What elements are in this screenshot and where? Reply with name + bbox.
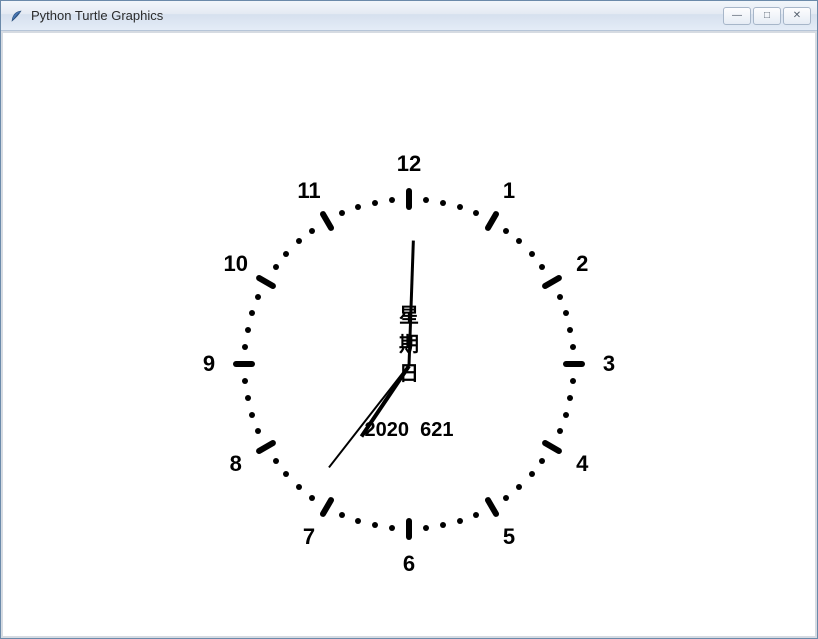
minute-dot bbox=[503, 495, 509, 501]
minute-dot bbox=[567, 395, 573, 401]
minute-dot bbox=[440, 200, 446, 206]
turtle-feather-icon bbox=[9, 8, 25, 24]
minute-dot bbox=[296, 238, 302, 244]
minute-dot bbox=[242, 378, 248, 384]
minute-dot bbox=[563, 412, 569, 418]
maximize-button[interactable]: □ bbox=[753, 7, 781, 25]
date-label: 2020 621 bbox=[365, 419, 454, 442]
clock-numeral: 9 bbox=[203, 351, 215, 377]
minute-dot bbox=[255, 428, 261, 434]
clock-numeral: 4 bbox=[576, 451, 588, 477]
close-icon: ✕ bbox=[793, 10, 801, 21]
minute-dot bbox=[245, 327, 251, 333]
hour-tick bbox=[255, 438, 277, 454]
minute-dot bbox=[529, 251, 535, 257]
minute-dot bbox=[283, 251, 289, 257]
window-title: Python Turtle Graphics bbox=[31, 8, 723, 23]
minute-dot bbox=[255, 294, 261, 300]
clock-numeral: 6 bbox=[403, 551, 415, 577]
hour-tick bbox=[483, 210, 499, 232]
clock-numeral: 3 bbox=[603, 351, 615, 377]
minute-dot bbox=[457, 518, 463, 524]
minute-dot bbox=[273, 458, 279, 464]
minute-dot bbox=[355, 204, 361, 210]
hour-tick bbox=[541, 438, 563, 454]
minute-dot bbox=[423, 525, 429, 531]
minute-dot bbox=[473, 210, 479, 216]
turtle-canvas: 星期日 2020 621 121234567891011 bbox=[9, 39, 809, 630]
second-hand bbox=[328, 364, 410, 468]
minute-dot bbox=[516, 238, 522, 244]
clock-numeral: 2 bbox=[576, 251, 588, 277]
minute-dot bbox=[516, 484, 522, 490]
minute-dot bbox=[309, 228, 315, 234]
minute-dot bbox=[389, 525, 395, 531]
hour-tick bbox=[541, 273, 563, 289]
clock-numeral: 11 bbox=[297, 178, 320, 204]
minute-dot bbox=[245, 395, 251, 401]
minimize-icon: — bbox=[732, 10, 742, 21]
hour-tick bbox=[406, 188, 412, 210]
clock-numeral: 7 bbox=[303, 524, 315, 550]
minute-dot bbox=[539, 264, 545, 270]
window-controls: — □ ✕ bbox=[723, 7, 811, 25]
clock-numeral: 5 bbox=[503, 524, 515, 550]
minute-dot bbox=[339, 210, 345, 216]
minute-dot bbox=[539, 458, 545, 464]
minute-dot bbox=[372, 200, 378, 206]
close-button[interactable]: ✕ bbox=[783, 7, 811, 25]
minute-dot bbox=[529, 471, 535, 477]
hour-tick bbox=[233, 361, 255, 367]
minute-dot bbox=[567, 327, 573, 333]
clock-numeral: 8 bbox=[230, 451, 242, 477]
minimize-button[interactable]: — bbox=[723, 7, 751, 25]
minute-dot bbox=[440, 522, 446, 528]
minute-dot bbox=[473, 512, 479, 518]
hour-tick bbox=[406, 518, 412, 540]
minute-dot bbox=[242, 344, 248, 350]
minute-dot bbox=[309, 495, 315, 501]
minute-dot bbox=[339, 512, 345, 518]
hour-tick bbox=[255, 273, 277, 289]
minute-dot bbox=[296, 484, 302, 490]
minute-dot bbox=[249, 310, 255, 316]
clock-numeral: 1 bbox=[503, 178, 515, 204]
hour-tick bbox=[318, 210, 334, 232]
minute-dot bbox=[557, 428, 563, 434]
titlebar[interactable]: Python Turtle Graphics — □ ✕ bbox=[1, 1, 817, 31]
minute-dot bbox=[389, 197, 395, 203]
minute-dot bbox=[503, 228, 509, 234]
minute-dot bbox=[570, 378, 576, 384]
minute-dot bbox=[570, 344, 576, 350]
minute-dot bbox=[372, 522, 378, 528]
minute-dot bbox=[283, 471, 289, 477]
minute-dot bbox=[423, 197, 429, 203]
hour-tick bbox=[318, 496, 334, 518]
canvas-frame: 星期日 2020 621 121234567891011 bbox=[1, 31, 817, 638]
maximize-icon: □ bbox=[764, 10, 770, 21]
hour-tick bbox=[563, 361, 585, 367]
minute-dot bbox=[457, 204, 463, 210]
minute-dot bbox=[249, 412, 255, 418]
minute-dot bbox=[273, 264, 279, 270]
minute-dot bbox=[557, 294, 563, 300]
minute-dot bbox=[563, 310, 569, 316]
clock-numeral: 12 bbox=[397, 151, 421, 177]
app-window: Python Turtle Graphics — □ ✕ 星期日 2020 62… bbox=[0, 0, 818, 639]
clock-numeral: 10 bbox=[224, 251, 248, 277]
minute-dot bbox=[355, 518, 361, 524]
hour-tick bbox=[483, 496, 499, 518]
